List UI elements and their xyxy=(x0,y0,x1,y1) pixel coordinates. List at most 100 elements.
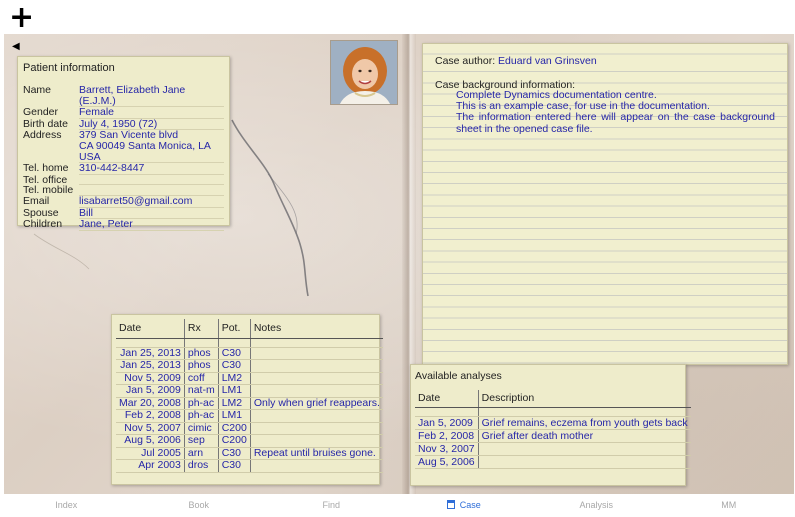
rx-remedy-cell: phos xyxy=(183,359,219,373)
rx-date-cell: Mar 20, 2008 xyxy=(116,397,185,410)
tab-label: MM xyxy=(721,500,737,510)
table-row[interactable]: Jan 5, 2009 nat-m LM1 xyxy=(116,384,383,398)
tab-book[interactable]: Book xyxy=(133,486,266,510)
table-row[interactable]: Jul 2005 arn C30 Repeat until bruises gone. xyxy=(116,447,383,460)
prescriptions-table: Date Rx Pot. Notes Jan 25, 2013 phos C30 Ja… xyxy=(116,319,383,473)
patient-field-value[interactable]: 379 San Vicente blvd CA 90049 Santa Monic… xyxy=(79,130,224,164)
table-spacer-row xyxy=(116,338,383,348)
case-author-value[interactable]: Eduard van Grinsven xyxy=(498,55,597,67)
table-row[interactable]: Mar 20, 2008 ph-ac LM2 Only when grief reap… xyxy=(116,397,383,410)
patient-field-value[interactable] xyxy=(79,175,224,186)
rx-remedy-cell: ph-ac xyxy=(183,409,219,423)
patient-field-row: Address 379 San Vicente blvd CA 90049 Sant… xyxy=(23,130,224,164)
case-info-sheet[interactable]: Case author: Eduard van Grinsven Case ba… xyxy=(422,43,788,365)
tab-find[interactable]: Find xyxy=(265,486,398,510)
rx-potency-cell: LM2 xyxy=(217,372,251,385)
table-row[interactable]: Nov 5, 2009 coff LM2 xyxy=(116,372,383,385)
rx-notes-cell: Only when grief reappears. xyxy=(249,397,383,410)
table-cell xyxy=(183,338,219,348)
rx-notes-cell: Repeat until bruises gone. xyxy=(249,447,383,460)
patient-field-value[interactable]: 310-442-8447 xyxy=(79,163,224,175)
rx-potency-cell: C200 xyxy=(217,422,251,435)
patient-field-value-line: lisabarret50@gmail.com xyxy=(79,194,193,207)
table-row[interactable]: Jan 5, 2009 Grief remains, eczema from yo… xyxy=(415,416,691,430)
rx-potency-cell: C30 xyxy=(217,359,251,373)
case-icon xyxy=(446,500,455,509)
rx-remedy-cell: sep xyxy=(183,434,219,448)
patient-field-value-line: USA xyxy=(79,150,101,163)
analyses-header-row: Date Description xyxy=(415,390,691,408)
patient-field-value-line: July 4, 1950 (72) xyxy=(79,117,158,130)
tab-index[interactable]: Index xyxy=(0,486,133,510)
table-row[interactable]: Apr 2003 dros C30 xyxy=(116,459,383,473)
triangle-left-icon[interactable]: ◀ xyxy=(12,41,20,52)
analyses-table: Date Description Jan 5, 2009 Grief remain… xyxy=(415,390,691,469)
table-row[interactable]: Jan 25, 2013 phos C30 xyxy=(116,347,383,360)
column-header-date[interactable]: Date xyxy=(415,390,479,408)
analysis-description-cell xyxy=(477,442,691,456)
patient-field-value-line: Jane, Peter xyxy=(79,218,133,231)
patient-field-row: Tel. home 310-442-8447 xyxy=(23,163,224,175)
patient-photo xyxy=(330,40,398,105)
table-row[interactable]: Jan 25, 2013 phos C30 xyxy=(116,359,383,373)
table-row[interactable]: Nov 5, 2007 cimic C200 xyxy=(116,422,383,435)
rx-date-cell: Feb 2, 2008 xyxy=(116,409,185,423)
rx-date-cell: Apr 2003 xyxy=(116,459,185,473)
tab-case[interactable]: Case xyxy=(398,486,531,510)
bottom-tab-bar: Index Book Find Case Analysis MM xyxy=(0,494,795,517)
column-header-potency[interactable]: Pot. xyxy=(217,319,251,339)
rx-date-cell: Jul 2005 xyxy=(116,447,185,460)
rx-notes-cell xyxy=(249,459,383,473)
patient-field-row: Email lisabarret50@gmail.com xyxy=(23,196,224,208)
column-header-date[interactable]: Date xyxy=(116,319,185,339)
rx-date-cell: Jan 25, 2013 xyxy=(116,359,185,373)
rx-notes-cell xyxy=(249,422,383,435)
table-cell xyxy=(116,338,185,348)
rx-date-cell: Jan 25, 2013 xyxy=(116,347,185,360)
patient-field-value-line: 310-442-8447 xyxy=(79,162,145,175)
rx-notes-cell xyxy=(249,409,383,423)
analysis-description-cell: Grief remains, eczema from youth gets ba… xyxy=(477,416,691,430)
tab-label: Find xyxy=(322,500,340,510)
patient-field-value-line: Barrett, Elizabeth Jane (E.J.M.) xyxy=(79,84,186,107)
case-background-text[interactable]: Complete Dynamics documentation centre. … xyxy=(435,89,775,135)
patient-field-value-line: CA 90049 Santa Monica, LA xyxy=(79,139,211,152)
rx-potency-cell: LM2 xyxy=(217,397,251,410)
table-row[interactable]: Feb 2, 2008 ph-ac LM1 xyxy=(116,409,383,423)
patient-field-value-line: Bill xyxy=(79,206,94,219)
table-cell xyxy=(217,338,251,348)
patient-info-panel: Patient information Name Barrett, Elizabe… xyxy=(17,56,230,231)
column-header-notes[interactable]: Notes xyxy=(249,319,383,339)
analyses-title: Available analyses xyxy=(415,370,502,382)
patient-fields: Name Barrett, Elizabeth Jane (E.J.M.) Gend… xyxy=(23,85,224,231)
rx-potency-cell: C30 xyxy=(217,447,251,460)
column-header-description[interactable]: Description xyxy=(477,390,691,408)
tab-label: Book xyxy=(188,500,209,510)
table-row[interactable]: Aug 5, 2006 sep C200 xyxy=(116,434,383,448)
case-author: Case author: Eduard van Grinsven xyxy=(435,55,775,67)
case-author-label: Case author: xyxy=(435,55,496,67)
column-header-rx[interactable]: Rx xyxy=(183,319,219,339)
table-row[interactable]: Feb 2, 2008 Grief after death mother xyxy=(415,429,691,443)
patient-field-value[interactable]: lisabarret50@gmail.com xyxy=(79,196,224,208)
tab-label: Index xyxy=(55,500,78,510)
table-spacer-row xyxy=(415,407,691,417)
table-cell xyxy=(477,407,691,417)
prescriptions-panel: Date Rx Pot. Notes Jan 25, 2013 phos C30 Ja… xyxy=(111,314,383,485)
rx-potency-cell: LM1 xyxy=(217,409,251,423)
table-row[interactable]: Nov 3, 2007 xyxy=(415,442,691,456)
table-row[interactable]: Aug 5, 2006 xyxy=(415,455,691,469)
patient-field-value[interactable]: Jane, Peter xyxy=(79,219,224,231)
patient-info-title: Patient information xyxy=(23,62,115,74)
tab-analysis[interactable]: Analysis xyxy=(530,486,663,510)
patient-field-row: Children Jane, Peter xyxy=(23,219,224,231)
tab-label: Analysis xyxy=(579,500,613,510)
table-cell xyxy=(249,338,383,348)
rx-remedy-cell: ph-ac xyxy=(183,397,219,410)
plus-icon[interactable]: + xyxy=(9,3,34,33)
tab-mm[interactable]: MM xyxy=(663,486,795,510)
rx-remedy-cell: arn xyxy=(183,447,219,460)
rx-potency-cell: LM1 xyxy=(217,384,251,398)
rx-date-cell: Aug 5, 2006 xyxy=(116,434,185,448)
patient-field-value[interactable]: Barrett, Elizabeth Jane (E.J.M.) xyxy=(79,84,224,108)
